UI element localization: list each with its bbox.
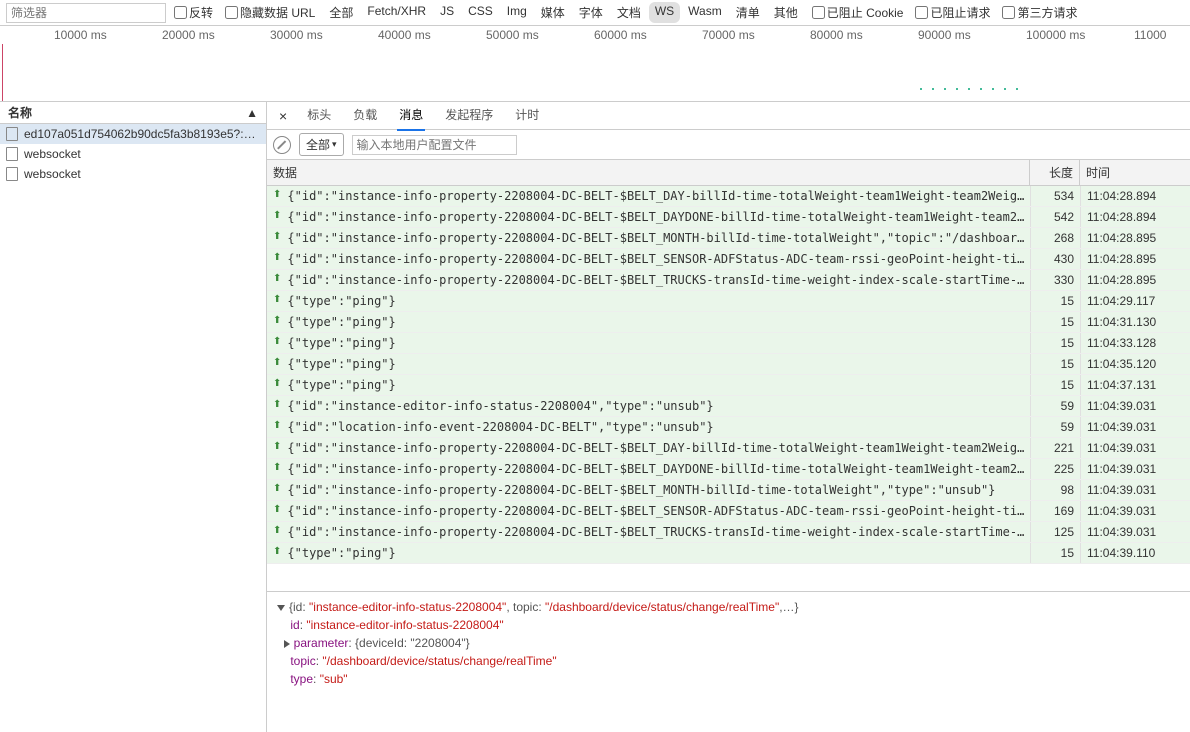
type-filter-wasm[interactable]: Wasm xyxy=(682,2,728,23)
request-list-pane: 名称 ▲ ed107a051d754062b90dc5fa3b8193e5?:X… xyxy=(0,102,267,732)
type-filter-文档[interactable]: 文档 xyxy=(611,2,647,23)
timeline-tick: 80000 ms xyxy=(810,28,863,42)
col-header-length[interactable]: 长度 xyxy=(1030,160,1080,185)
message-row[interactable]: ⬆{"id":"instance-info-property-2208004-D… xyxy=(267,228,1190,249)
message-row[interactable]: ⬆{"id":"instance-info-property-2208004-D… xyxy=(267,522,1190,543)
timeline-tick: 11000 xyxy=(1134,28,1166,42)
upload-arrow-icon: ⬆ xyxy=(267,291,283,311)
timeline-tick: 90000 ms xyxy=(918,28,971,42)
sort-arrow-icon: ▲ xyxy=(246,106,258,120)
messages-toolbar: 全部 xyxy=(267,130,1190,160)
message-row[interactable]: ⬆{"id":"instance-info-property-2208004-D… xyxy=(267,438,1190,459)
invert-checkbox[interactable]: 反转 xyxy=(170,4,217,21)
type-filter-全部[interactable]: 全部 xyxy=(323,2,359,23)
tab-消息[interactable]: 消息 xyxy=(397,100,425,131)
message-row[interactable]: ⬆{"type":"ping"}1511:04:29.117 xyxy=(267,291,1190,312)
upload-arrow-icon: ⬆ xyxy=(267,522,283,542)
tab-计时[interactable]: 计时 xyxy=(513,100,541,131)
type-filter-img[interactable]: Img xyxy=(501,2,533,23)
clear-icon[interactable] xyxy=(273,136,291,154)
upload-arrow-icon: ⬆ xyxy=(267,438,283,458)
timeline-tick: 100000 ms xyxy=(1026,28,1085,42)
upload-arrow-icon: ⬆ xyxy=(267,312,283,332)
upload-arrow-icon: ⬆ xyxy=(267,228,283,248)
expand-toggle-icon[interactable] xyxy=(284,640,290,648)
upload-arrow-icon: ⬆ xyxy=(267,480,283,500)
type-filter-ws[interactable]: WS xyxy=(649,2,680,23)
upload-arrow-icon: ⬆ xyxy=(267,333,283,353)
upload-arrow-icon: ⬆ xyxy=(267,249,283,269)
type-filter-fetch/xhr[interactable]: Fetch/XHR xyxy=(361,2,432,23)
message-filter-input[interactable] xyxy=(352,135,517,155)
blocked-cookie-checkbox[interactable]: 已阻止 Cookie xyxy=(808,4,908,21)
file-icon xyxy=(6,147,18,161)
type-filter-字体[interactable]: 字体 xyxy=(573,2,609,23)
message-row[interactable]: ⬆{"id":"instance-info-property-2208004-D… xyxy=(267,459,1190,480)
upload-arrow-icon: ⬆ xyxy=(267,396,283,416)
upload-arrow-icon: ⬆ xyxy=(267,459,283,479)
upload-arrow-icon: ⬆ xyxy=(267,354,283,374)
message-detail[interactable]: {id: "instance-editor-info-status-220800… xyxy=(267,592,1190,732)
request-item[interactable]: websocket xyxy=(0,164,266,184)
upload-arrow-icon: ⬆ xyxy=(267,375,283,395)
timeline-dots xyxy=(920,88,1018,90)
file-icon xyxy=(6,167,18,181)
message-row[interactable]: ⬆{"type":"ping"}1511:04:31.130 xyxy=(267,312,1190,333)
file-icon xyxy=(6,127,18,141)
request-list-header[interactable]: 名称 ▲ xyxy=(0,102,266,124)
close-icon[interactable]: × xyxy=(273,108,293,124)
upload-arrow-icon: ⬆ xyxy=(267,417,283,437)
timeline-tick: 20000 ms xyxy=(162,28,215,42)
upload-arrow-icon: ⬆ xyxy=(267,270,283,290)
blocked-request-checkbox[interactable]: 已阻止请求 xyxy=(911,4,994,21)
message-row[interactable]: ⬆{"id":"instance-info-property-2208004-D… xyxy=(267,207,1190,228)
timeline-tick: 50000 ms xyxy=(486,28,539,42)
hide-data-url-checkbox[interactable]: 隐藏数据 URL xyxy=(221,4,319,21)
upload-arrow-icon: ⬆ xyxy=(267,501,283,521)
message-row[interactable]: ⬆{"id":"instance-editor-info-status-2208… xyxy=(267,396,1190,417)
type-filter-js[interactable]: JS xyxy=(434,2,460,23)
message-row[interactable]: ⬆{"id":"instance-info-property-2208004-D… xyxy=(267,186,1190,207)
col-header-data[interactable]: 数据 xyxy=(267,160,1030,185)
message-row[interactable]: ⬆{"id":"location-info-event-2208004-DC-B… xyxy=(267,417,1190,438)
timeline-tick: 40000 ms xyxy=(378,28,431,42)
type-filter-其他[interactable]: 其他 xyxy=(768,2,804,23)
message-row[interactable]: ⬆{"id":"instance-info-property-2208004-D… xyxy=(267,501,1190,522)
timeline-tick: 60000 ms xyxy=(594,28,647,42)
request-item[interactable]: websocket xyxy=(0,144,266,164)
message-type-filter[interactable]: 全部 xyxy=(299,133,344,156)
tab-负载[interactable]: 负载 xyxy=(351,100,379,131)
type-filter-媒体[interactable]: 媒体 xyxy=(535,2,571,23)
message-row[interactable]: ⬆{"type":"ping"}1511:04:35.120 xyxy=(267,354,1190,375)
request-item[interactable]: ed107a051d754062b90dc5fa3b8193e5?:X_... xyxy=(0,124,266,144)
filter-input[interactable] xyxy=(6,3,166,23)
table-header: 数据 长度 时间 xyxy=(267,160,1190,186)
message-row[interactable]: ⬆{"type":"ping"}1511:04:37.131 xyxy=(267,375,1190,396)
timeline-tick: 10000 ms xyxy=(54,28,107,42)
filter-toolbar: 反转 隐藏数据 URL 全部Fetch/XHRJSCSSImg媒体字体文档WSW… xyxy=(0,0,1190,26)
message-row[interactable]: ⬆{"id":"instance-info-property-2208004-D… xyxy=(267,270,1190,291)
message-row[interactable]: ⬆{"id":"instance-info-property-2208004-D… xyxy=(267,249,1190,270)
message-row[interactable]: ⬆{"type":"ping"}1511:04:33.128 xyxy=(267,333,1190,354)
upload-arrow-icon: ⬆ xyxy=(267,543,283,563)
tab-标头[interactable]: 标头 xyxy=(305,100,333,131)
type-filter-css[interactable]: CSS xyxy=(462,2,499,23)
expand-toggle-icon[interactable] xyxy=(277,605,285,611)
tab-发起程序[interactable]: 发起程序 xyxy=(443,100,495,131)
message-row[interactable]: ⬆{"id":"instance-info-property-2208004-D… xyxy=(267,480,1190,501)
detail-pane: × 标头负载消息发起程序计时 全部 数据 长度 时间 ⬆{"id":"insta… xyxy=(267,102,1190,732)
upload-arrow-icon: ⬆ xyxy=(267,207,283,227)
col-header-time[interactable]: 时间 xyxy=(1080,160,1190,185)
messages-table: 数据 长度 时间 ⬆{"id":"instance-info-property-… xyxy=(267,160,1190,592)
detail-tabbar: × 标头负载消息发起程序计时 xyxy=(267,102,1190,130)
message-row[interactable]: ⬆{"type":"ping"}1511:04:39.110 xyxy=(267,543,1190,564)
type-filter-清单[interactable]: 清单 xyxy=(730,2,766,23)
third-party-checkbox[interactable]: 第三方请求 xyxy=(998,4,1081,21)
timeline-tick: 70000 ms xyxy=(702,28,755,42)
timeline-marker xyxy=(2,44,3,101)
timeline-waterfall[interactable]: 10000 ms 20000 ms 30000 ms 40000 ms 50000 ms… xyxy=(0,26,1190,102)
timeline-tick: 30000 ms xyxy=(270,28,323,42)
upload-arrow-icon: ⬆ xyxy=(267,186,283,206)
